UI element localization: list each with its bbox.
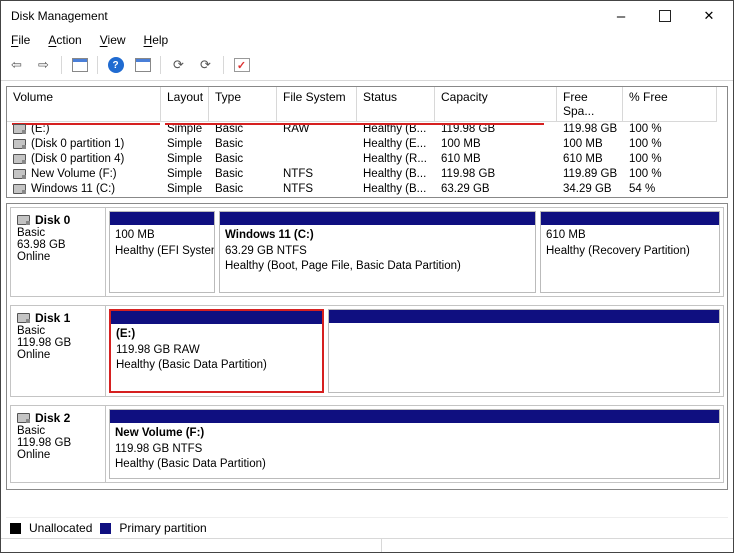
drive-icon <box>17 313 30 323</box>
col-capacity[interactable]: Capacity <box>435 87 557 122</box>
partition[interactable]: (E:)119.98 GB RAWHealthy (Basic Data Par… <box>109 309 324 393</box>
refresh-button[interactable]: ⟳ <box>167 54 190 76</box>
swatch-unallocated <box>10 523 21 534</box>
table-row[interactable]: Windows 11 (C:)SimpleBasicNTFSHealthy (B… <box>7 182 727 197</box>
drive-icon <box>13 169 26 179</box>
table-row[interactable]: (Disk 0 partition 4)SimpleBasicHealthy (… <box>7 152 727 167</box>
disk-row: Disk 1Basic119.98 GBOnline (E:)119.98 GB… <box>10 305 724 397</box>
col-layout[interactable]: Layout <box>161 87 209 122</box>
table-row[interactable]: New Volume (F:)SimpleBasicNTFSHealthy (B… <box>7 167 727 182</box>
volume-list[interactable]: Volume Layout Type File System Status Ca… <box>6 86 728 198</box>
drive-icon <box>13 139 26 149</box>
col-free[interactable]: Free Spa... <box>557 87 623 122</box>
rescan-button[interactable]: ⟳ <box>194 54 217 76</box>
menu-help[interactable]: Help <box>144 33 169 47</box>
help-button[interactable]: ? <box>104 54 127 76</box>
menu-action[interactable]: Action <box>48 33 81 47</box>
legend-unallocated: Unallocated <box>29 521 92 535</box>
status-bar <box>1 538 733 552</box>
properties-button[interactable] <box>68 54 91 76</box>
table-row[interactable]: (Disk 0 partition 1)SimpleBasicHealthy (… <box>7 137 727 152</box>
forward-button[interactable]: ⇨ <box>32 54 55 76</box>
maximize-button[interactable] <box>643 2 687 30</box>
disk-header[interactable]: Disk 2Basic119.98 GBOnline <box>10 405 106 483</box>
col-fs[interactable]: File System <box>277 87 357 122</box>
col-volume[interactable]: Volume <box>7 87 161 122</box>
title-bar: Disk Management <box>1 1 733 31</box>
disk-header[interactable]: Disk 0Basic63.98 GBOnline <box>10 207 106 297</box>
col-status[interactable]: Status <box>357 87 435 122</box>
drive-icon <box>13 124 26 134</box>
action-button[interactable]: ✓ <box>230 54 253 76</box>
menu-bar: File Action View Help <box>1 31 733 52</box>
window-title: Disk Management <box>11 9 108 23</box>
close-button[interactable] <box>687 2 731 30</box>
disk-row: Disk 2Basic119.98 GBOnlineNew Volume (F:… <box>10 405 724 483</box>
disk-row: Disk 0Basic63.98 GBOnline100 MBHealthy (… <box>10 207 724 297</box>
back-button[interactable]: ⇦ <box>5 54 28 76</box>
minimize-button[interactable] <box>599 2 643 30</box>
legend: Unallocated Primary partition <box>6 517 728 538</box>
drive-icon <box>17 413 30 423</box>
drive-icon <box>13 184 26 194</box>
drive-icon <box>13 154 26 164</box>
menu-file[interactable]: File <box>11 33 30 47</box>
toolbar: ⇦ ⇨ ? ⟳ ⟳ ✓ <box>1 52 733 81</box>
settings-button[interactable] <box>131 54 154 76</box>
partition[interactable]: 100 MBHealthy (EFI System <box>109 211 215 293</box>
partition[interactable]: New Volume (F:)119.98 GB NTFSHealthy (Ba… <box>109 409 720 479</box>
partition[interactable]: 610 MBHealthy (Recovery Partition) <box>540 211 720 293</box>
volume-list-header: Volume Layout Type File System Status Ca… <box>7 87 727 122</box>
col-type[interactable]: Type <box>209 87 277 122</box>
swatch-primary <box>100 523 111 534</box>
partition[interactable]: Windows 11 (C:)63.29 GB NTFSHealthy (Boo… <box>219 211 536 293</box>
drive-icon <box>17 215 30 225</box>
menu-view[interactable]: View <box>100 33 126 47</box>
disk-map[interactable]: Disk 0Basic63.98 GBOnline100 MBHealthy (… <box>6 203 728 490</box>
col-pct[interactable]: % Free <box>623 87 717 122</box>
partition[interactable] <box>328 309 720 393</box>
disk-header[interactable]: Disk 1Basic119.98 GBOnline <box>10 305 106 397</box>
legend-primary: Primary partition <box>119 521 206 535</box>
